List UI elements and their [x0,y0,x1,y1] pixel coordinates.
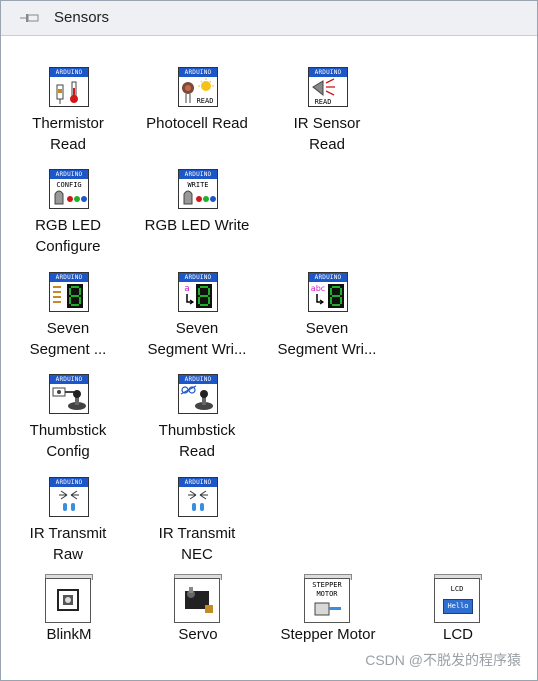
ir-transmit-nec-item[interactable]: ARDUINO IR Transmit NEC [132,477,262,577]
seven-segment-write-string-item[interactable]: ARDUINO abc Seven Segment Wri... [262,272,392,372]
item-label: Seven Segment Wri... [147,320,247,358]
ir-transmit-raw-item[interactable]: ARDUINO IR Transmit Raw [3,477,133,577]
watermark: CSDN @不脱发的程序猿 [365,652,521,668]
device-label: LCD [442,626,473,643]
photocell-icon: ARDUINO READ [178,67,218,107]
svg-text:a: a [184,284,190,294]
stepper-motor-icon: STEPPER MOTOR Stepper Motor [280,574,376,643]
item-label: IR Transmit NEC [158,525,236,563]
item-label: RGB LED Write [144,217,250,234]
blinkm-item[interactable]: BlinkM [3,574,133,674]
svg-text:WRITE: WRITE [187,181,208,189]
item-label: Seven Segment ... [29,320,107,358]
photocell-read-item[interactable]: ARDUINO READ Photocell Read [132,67,262,167]
item-label: IR Transmit Raw [29,525,107,563]
rgb-led-write-icon: ARDUINO WRITE [178,169,218,209]
device-label: Servo [178,626,218,643]
servo-icon: Servo [174,574,222,643]
servo-item[interactable]: Servo [132,574,262,674]
ir-sensor-icon: ARDUINO READ [308,67,348,107]
device-label: Stepper Motor [280,626,376,643]
item-label: Thumbstick Config [29,422,107,460]
thermistor-read-item[interactable]: ARDUINO Thermistor Read [3,67,133,167]
item-label: RGB LED Configure [35,217,101,255]
palette-title: Sensors [54,9,110,26]
ir-transmit-raw-icon: ARDUINO [49,477,89,517]
seven-segment-write-string-icon: ARDUINO abc [308,272,348,312]
item-label: Thermistor Read [32,115,104,153]
thumbstick-config-icon: ARDUINO [49,374,89,414]
svg-text:READ: READ [197,97,214,105]
rgb-led-configure-item[interactable]: ARDUINO CONFIG RGB LED Configure [3,169,133,269]
seven-segment-configure-item[interactable]: ARDUINO Seven Segment ... [3,272,133,372]
thermistor-icon: ARDUINO [49,67,89,107]
rgb-led-config-icon: ARDUINO CONFIG [49,169,89,209]
item-label: Thumbstick Read [158,422,236,460]
seven-segment-write-char-icon: ARDUINO a [178,272,218,312]
svg-text:CONFIG: CONFIG [56,181,81,189]
ir-transmit-nec-icon: ARDUINO [178,477,218,517]
pin-icon[interactable] [19,10,41,26]
svg-text:abc: abc [311,284,325,293]
thumbstick-read-item[interactable]: ARDUINO Thumbstick Read [132,374,262,474]
ir-sensor-read-item[interactable]: ARDUINO READ IR Sensor Read [262,67,392,167]
seven-segment-config-icon: ARDUINO [49,272,89,312]
blinkm-icon: BlinkM [45,574,93,643]
item-label: Photocell Read [146,115,248,132]
svg-text:READ: READ [315,98,332,106]
lcd-icon: LCD Hello LCD [434,574,482,643]
sensors-palette: Sensors ARDUINO Thermistor Read ARDUINO [0,0,538,681]
item-label: Seven Segment Wri... [277,320,377,358]
rgb-led-write-item[interactable]: ARDUINO WRITE RGB LED Write [132,169,262,269]
seven-segment-write-char-item[interactable]: ARDUINO a Seven Segment Wri... [132,272,262,372]
item-label: IR Sensor Read [293,115,361,153]
palette-titlebar: Sensors [1,1,537,36]
thumbstick-config-item[interactable]: ARDUINO Thumbstick Config [3,374,133,474]
thumbstick-read-icon: ARDUINO [178,374,218,414]
device-label: BlinkM [46,626,92,643]
